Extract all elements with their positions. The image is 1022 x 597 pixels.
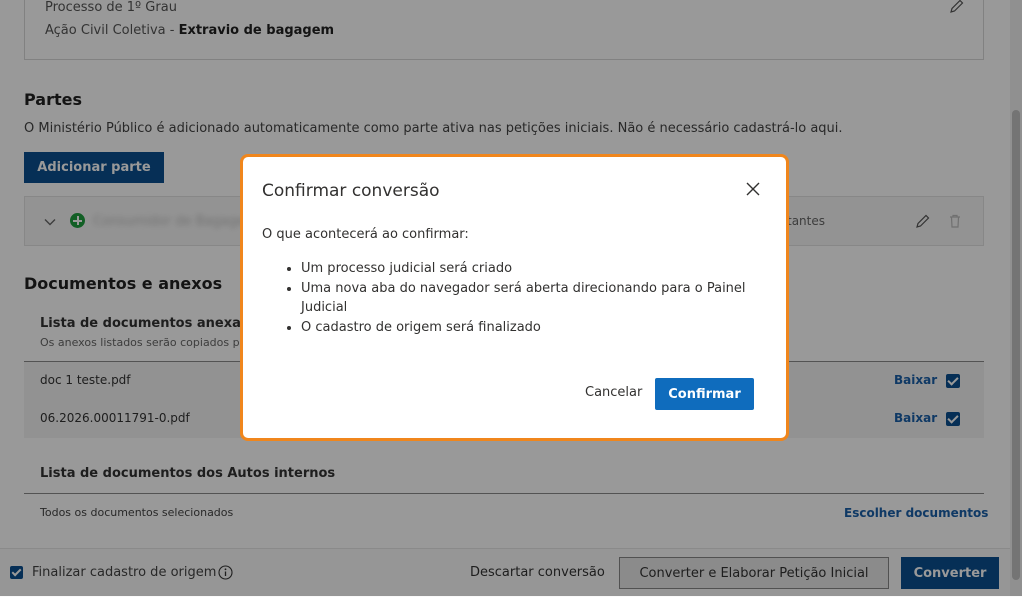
dialog-body: Confirmar conversão O que acontecerá ao … — [245, 159, 781, 436]
dialog-bullet: Uma nova aba do navegador será aberta di… — [301, 279, 751, 318]
cancel-button[interactable]: Cancelar — [585, 385, 642, 400]
dialog-intro: O que acontecerá ao confirmar: — [262, 227, 469, 242]
close-icon[interactable] — [745, 181, 761, 197]
confirm-dialog: Confirmar conversão O que acontecerá ao … — [240, 154, 789, 441]
dialog-bullet: O cadastro de origem será finalizado — [301, 318, 751, 338]
dialog-bullet: Um processo judicial será criado — [301, 259, 751, 279]
confirm-button[interactable]: Confirmar — [655, 378, 754, 410]
dialog-title: Confirmar conversão — [262, 181, 440, 201]
dialog-bullet-list: Um processo judicial será criado Uma nov… — [283, 259, 751, 337]
